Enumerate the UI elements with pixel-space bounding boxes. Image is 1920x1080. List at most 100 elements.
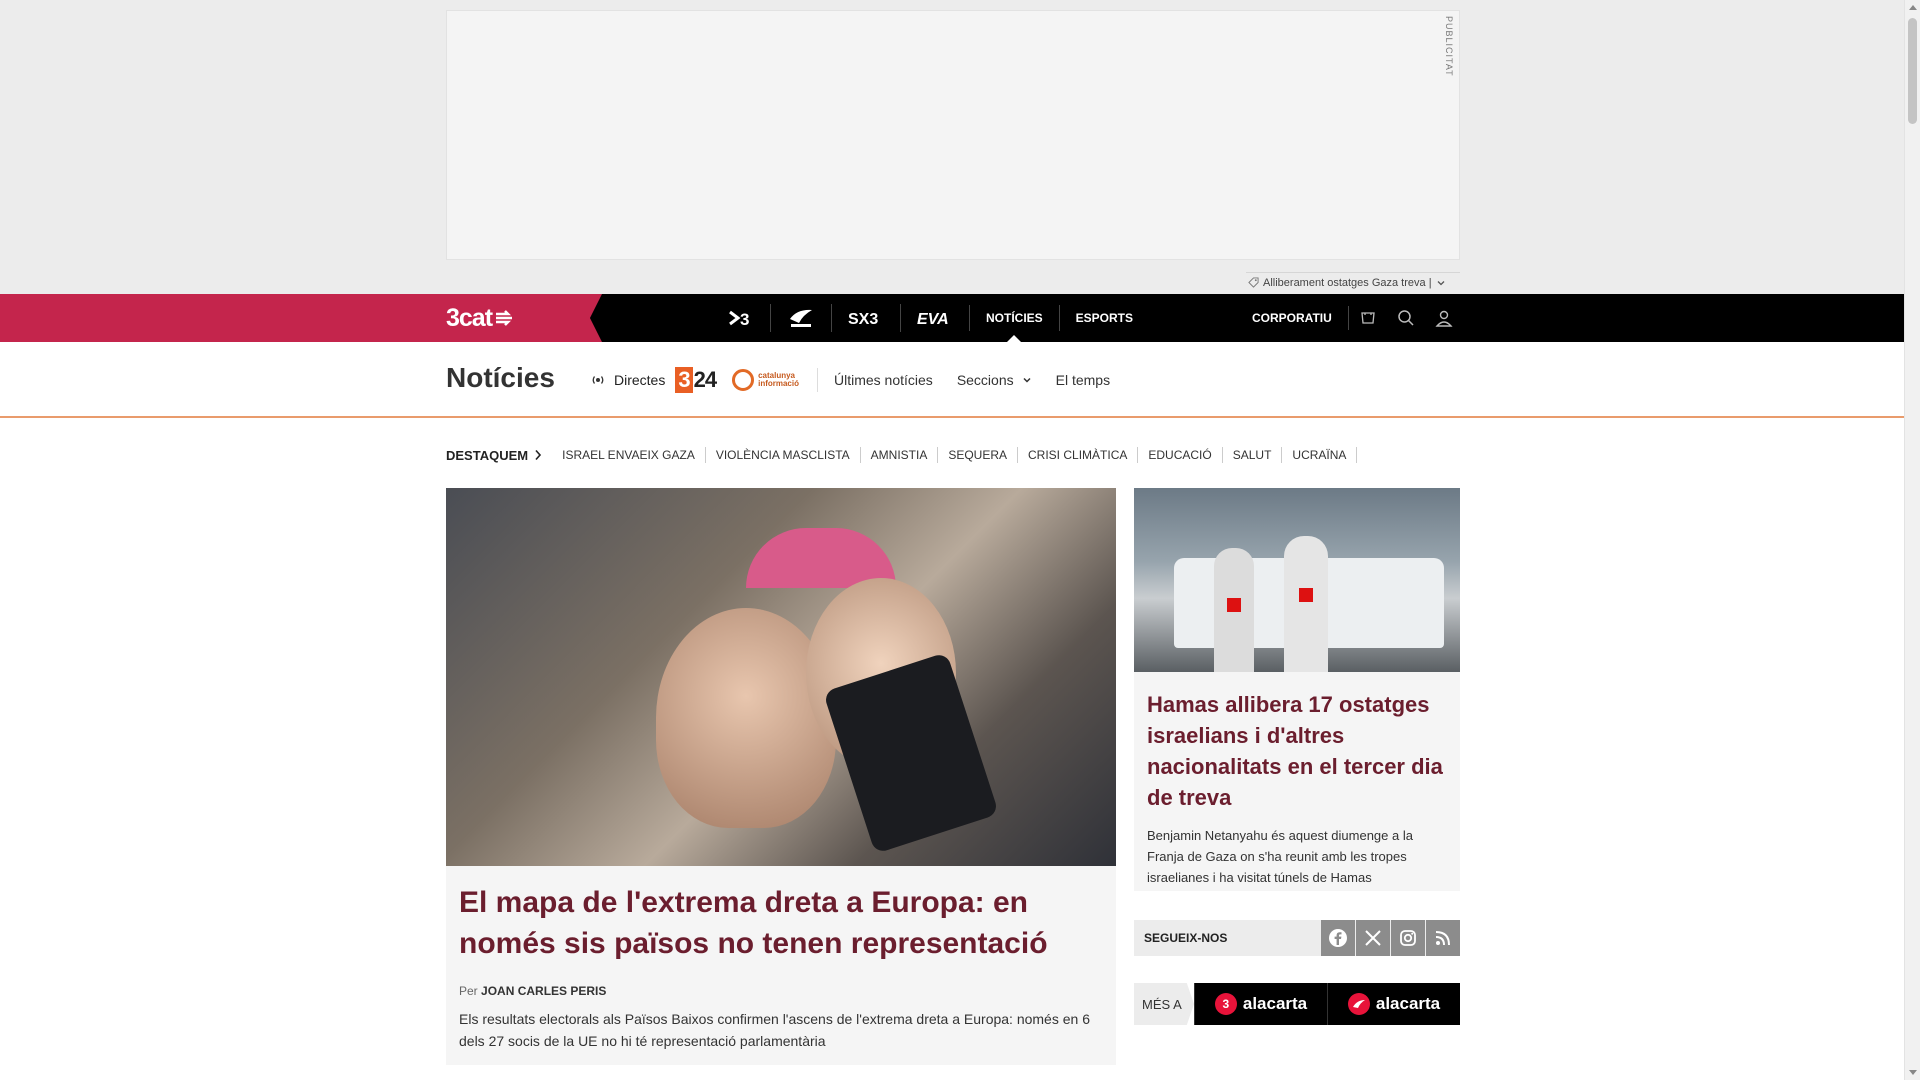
instagram-icon [1400, 930, 1416, 946]
ad-topic-tag[interactable]: Alliberament ostatges Gaza treva | [1246, 272, 1460, 292]
logo324-text: 24 [693, 367, 718, 392]
chevron-right-icon [535, 449, 542, 461]
el-temps-link[interactable]: El temps [1056, 372, 1110, 388]
channel-eva[interactable]: EVA [901, 304, 969, 332]
page: PUBLICITAT Alliberament ostatges Gaza tr… [0, 0, 1920, 1080]
destaquem-label: DESTAQUEM [446, 447, 529, 463]
nav-link-esports[interactable]: ESPORTS [1060, 294, 1149, 342]
sx3-icon: SX3 [848, 311, 878, 327]
header-tools: CORPORATIU [1238, 294, 1463, 342]
destaquem-tag[interactable]: ISRAEL ENVAEIX GAZA [552, 447, 706, 463]
follow-us-label: SEGUEIX-NOS [1144, 931, 1228, 945]
ad-zone: PUBLICITAT Alliberament ostatges Gaza tr… [0, 0, 1904, 294]
search-icon [1398, 310, 1414, 326]
user-button[interactable] [1425, 294, 1463, 342]
logo-arrow-icon [496, 310, 513, 326]
side-article-headline[interactable]: Hamas allibera 17 ostatges israelians i … [1147, 689, 1447, 813]
directes-link[interactable]: Directes [590, 372, 665, 388]
scroll-up-arrow[interactable] [1909, 5, 1917, 10]
destaquem-title[interactable]: DESTAQUEM [446, 448, 542, 463]
live-broadcast-icon [592, 376, 604, 384]
section-title[interactable]: Notícies [446, 362, 555, 394]
channel-catradio[interactable] [771, 304, 832, 332]
search-button[interactable] [1387, 294, 1425, 342]
catinfo-circle-icon [732, 369, 755, 391]
3cat-logo[interactable]: 3cat [446, 304, 516, 332]
svg-text:SX3: SX3 [848, 311, 878, 327]
cart-icon [1361, 312, 1375, 324]
byline-author[interactable]: JOAN CARLES PERIS [481, 984, 606, 998]
image-detail [656, 608, 836, 828]
catinfo-line-2: informació [758, 379, 799, 388]
destaquem-tag[interactable]: VIOLÈNCIA MASCLISTA [706, 447, 861, 463]
alacarta-text: alacarta [1375, 994, 1441, 1013]
destaquem-tag[interactable]: AMNISTIA [861, 447, 939, 463]
image-detail [1284, 536, 1328, 672]
user-icon [1435, 310, 1453, 327]
catalunya-informacio-logo[interactable]: catalunya informació [732, 369, 799, 391]
destaquem-tag[interactable]: SALUT [1223, 447, 1283, 463]
logo324-three: 3 [675, 367, 693, 393]
instagram-link[interactable] [1391, 920, 1425, 956]
byline-prefix: Per [459, 984, 478, 998]
x-icon [1365, 930, 1381, 946]
svg-text:EVA: EVA [917, 311, 949, 327]
eva-icon: EVA [917, 311, 949, 327]
ad-tag-text: Alliberament ostatges Gaza treva | [1263, 276, 1432, 289]
image-detail [1299, 588, 1313, 602]
side-article-image[interactable] [1134, 488, 1460, 672]
x-link[interactable] [1356, 920, 1390, 956]
main-article-card[interactable]: El mapa de l'extrema dreta a Europa: en … [446, 488, 1116, 1065]
chevron-down-icon [1437, 280, 1445, 285]
tag-icon [1248, 277, 1259, 288]
side-article-body: Hamas allibera 17 ostatges israelians i … [1134, 672, 1460, 905]
main-article-body: El mapa de l'extrema dreta a Europa: en … [446, 866, 1116, 1068]
scroll-thumb[interactable] [1908, 18, 1917, 124]
main-article-image[interactable] [446, 488, 1116, 866]
chevron-down-icon [1023, 377, 1031, 383]
alacarta-text: alacarta [1242, 994, 1308, 1013]
ad-banner[interactable] [446, 10, 1460, 260]
catradio-alacarta-link[interactable]: alacarta [1327, 983, 1460, 1025]
ad-label: PUBLICITAT [1444, 16, 1454, 77]
image-detail [822, 652, 1000, 854]
destaquem-tag[interactable]: EDUCACIÓ [1138, 447, 1223, 463]
scrollbar[interactable] [1904, 0, 1920, 1080]
rss-icon [1435, 931, 1450, 946]
tv3-icon: 3 [729, 310, 749, 328]
seccions-dropdown[interactable]: Seccions [957, 372, 1032, 388]
scroll-down-arrow[interactable] [1909, 1070, 1917, 1075]
tv3-badge-icon: 3 [1214, 993, 1237, 1015]
facebook-link[interactable] [1321, 920, 1355, 956]
mes-a-bar: MÉS A 3 alacarta alacarta [1134, 983, 1460, 1025]
catradio-badge-icon [1347, 993, 1370, 1015]
follow-us-bar: SEGUEIX-NOS [1134, 920, 1460, 956]
3cat24-logo[interactable]: 3 24 [675, 367, 718, 393]
mes-a-label: MÉS A [1134, 983, 1194, 1025]
shop-button[interactable] [1349, 294, 1387, 342]
nav-link-noticies[interactable]: NOTÍCIES [970, 294, 1059, 342]
main-article-lead: Els resultats electorals als Països Baix… [459, 1011, 1090, 1049]
main-article-byline: Per JOAN CARLES PERIS [459, 984, 1103, 998]
rss-link[interactable] [1426, 920, 1460, 956]
side-article-lead: Benjamin Netanyahu és aquest diumenge a … [1147, 828, 1413, 885]
section-navigation: Directes 3 24 catalunya informació Últim… [590, 362, 1134, 398]
top-navigation: 3cat 3 SX3 EVA NOTÍCIES ESPORTS CORPORAT… [0, 294, 1904, 342]
destaquem-tag[interactable]: UCRAÏNA [1282, 447, 1358, 463]
tv3-alacarta-link[interactable]: 3 alacarta [1194, 983, 1327, 1025]
ultimes-noticies-link[interactable]: Últimes notícies [834, 372, 933, 388]
destaquem-tag[interactable]: CRISI CLIMÀTICA [1018, 447, 1139, 463]
image-detail [1227, 598, 1241, 612]
section-header: Notícies Directes 3 24 catalunya informa… [0, 342, 1904, 418]
destaquem-tag[interactable]: SEQUERA [938, 447, 1019, 463]
facebook-icon [1329, 929, 1347, 947]
section-divider [817, 368, 818, 392]
catradio-icon [790, 309, 812, 327]
corporate-link[interactable]: CORPORATIU [1238, 306, 1349, 330]
channel-tv3[interactable]: 3 [712, 304, 771, 332]
main-article-headline[interactable]: El mapa de l'extrema dreta a Europa: en … [459, 882, 1103, 964]
channel-sx3[interactable]: SX3 [832, 304, 901, 332]
destaquem-bar: DESTAQUEM ISRAEL ENVAEIX GAZA VIOLÈNCIA … [446, 444, 1358, 466]
directes-label: Directes [614, 372, 666, 388]
side-article-card[interactable]: Hamas allibera 17 ostatges israelians i … [1134, 488, 1460, 891]
